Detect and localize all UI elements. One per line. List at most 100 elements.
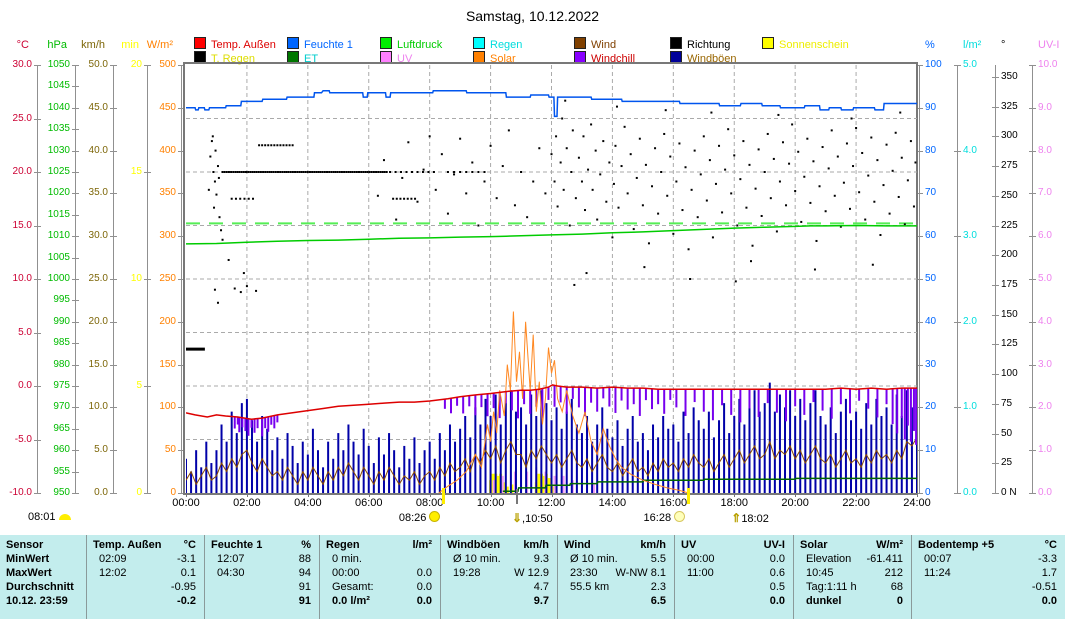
- legend-color-icon: [380, 37, 392, 49]
- axis-c-tick: [34, 333, 41, 334]
- table-cell-value: 68: [805, 580, 903, 594]
- axis-wm-tick-label: 150: [143, 360, 176, 370]
- axis-wm-tick-label: 100: [143, 402, 176, 412]
- axis-wm-tick-label: 400: [143, 146, 176, 156]
- axis-uvi-tick: [1029, 493, 1036, 494]
- axis--tick-label: 10: [925, 445, 961, 455]
- axis--tick: [992, 136, 999, 137]
- x-tick-label: 14:00: [590, 497, 634, 509]
- table-col-solar: SolarW/m²Elevation-61.41110:45212Tag:1:1…: [793, 535, 911, 619]
- table-cell-value: 2.3: [569, 580, 666, 594]
- axis-kmh-tick: [110, 407, 117, 408]
- axis-min-tick-label: 15: [109, 167, 142, 177]
- legend-item-windb-en: Windböen: [670, 49, 737, 61]
- axis-uvi-tick-label: 0.0: [1038, 488, 1065, 498]
- x-tick-mark: [186, 493, 187, 497]
- axis-wm-unit: W/m²: [129, 40, 173, 51]
- axis-hpa-tick: [72, 172, 79, 173]
- legend-color-icon: [194, 37, 206, 49]
- axis-kmh-tick-label: 5.0: [75, 445, 108, 455]
- axis-hpa-tick: [72, 215, 79, 216]
- table-col-temp-au-en: Temp. Außen°C02:09-3.112:020.1-0.95-0.2: [86, 535, 204, 619]
- sunset-sun-icon: [674, 511, 685, 522]
- legend-item-richtung: Richtung: [670, 35, 730, 47]
- x-tick-label: 04:00: [286, 497, 330, 509]
- table-cell-value: 0.0: [331, 566, 432, 580]
- axis-hpa-tick-label: 1000: [37, 274, 70, 284]
- axis--tick-label: 30: [925, 360, 961, 370]
- axis-c-tick-label: -5.0: [0, 435, 32, 445]
- legend-color-icon: [473, 37, 485, 49]
- axis-c-tick: [34, 119, 41, 120]
- table-cell-value: 212: [805, 566, 903, 580]
- axis--tick: [992, 255, 999, 256]
- legend-item-temp-au-en: Temp. Außen: [194, 35, 276, 47]
- x-tick-mark: [612, 493, 613, 497]
- legend-color-icon: [670, 37, 682, 49]
- axis-kmh-tick-label: 25.0: [75, 274, 108, 284]
- x-tick-mark: [369, 493, 370, 497]
- x-tick-label: 20:00: [773, 497, 817, 509]
- table-cell-value: -0.2: [98, 594, 196, 608]
- table-cell-value: 0.0: [686, 594, 785, 608]
- axis-uvi-tick: [1029, 450, 1036, 451]
- x-tick-label: 12:00: [530, 497, 574, 509]
- axis-hpa-tick-label: 1040: [37, 103, 70, 113]
- table-col-unit: km/h: [499, 538, 549, 552]
- axis-uvi-tick-label: 9.0: [1038, 103, 1065, 113]
- table-row-label: Durchschnitt: [6, 580, 84, 594]
- axis-lm-tick: [954, 151, 961, 152]
- axis-wm-tick-label: 300: [143, 231, 176, 241]
- axis-hpa-tick: [72, 258, 79, 259]
- axis-hpa-tick-label: 955: [37, 467, 70, 477]
- table-cell-value: 9.7: [452, 594, 549, 608]
- legend-item-t-regen: T. Regen: [194, 49, 255, 61]
- sunset-marker: [687, 488, 690, 504]
- legend-color-icon: [287, 37, 299, 49]
- moon-down-arrow-icon: ⇓: [512, 511, 522, 525]
- x-tick-mark: [491, 493, 492, 497]
- axis-hpa-tick: [72, 343, 79, 344]
- axis--tick-label: 70: [925, 188, 961, 198]
- table-col-unit: °C: [146, 538, 196, 552]
- table-col-regen: Regenl/m²0 min.00:000.0Gesamt:0.00.0 l/m…: [319, 535, 440, 619]
- table-cell-value: W 12.9: [452, 566, 549, 580]
- axis-hpa-tick-label: 965: [37, 424, 70, 434]
- axis--tick: [992, 344, 999, 345]
- axis-min-tick: [144, 386, 151, 387]
- axis-hpa-tick-label: 985: [37, 338, 70, 348]
- x-tick-mark: [247, 493, 248, 497]
- axis-wm-tick-label: 50: [143, 445, 176, 455]
- table-cell-value: -3.3: [923, 552, 1057, 566]
- table-cell-value: 0: [805, 594, 903, 608]
- table-cell-value: 9.3: [452, 552, 549, 566]
- axis-uvi-tick-label: 5.0: [1038, 274, 1065, 284]
- table-row-labels: SensorMinWertMaxWertDurchschnitt10.12. 2…: [0, 535, 86, 619]
- table-col-unit: UV-I: [735, 538, 785, 552]
- axis-uvi-tick: [1029, 65, 1036, 66]
- table-col-unit: W/m²: [853, 538, 903, 552]
- x-tick-mark: [308, 493, 309, 497]
- sunrise-sun-icon: [429, 511, 440, 522]
- axis-kmh-tick-label: 10.0: [75, 402, 108, 412]
- table-cell-value: 0.0: [331, 580, 432, 594]
- axis-kmh-tick: [110, 151, 117, 152]
- series-windchill: [235, 385, 916, 444]
- axis-uvi-tick: [1029, 108, 1036, 109]
- axis-hpa-tick-label: 1030: [37, 146, 70, 156]
- x-tick-label: 06:00: [347, 497, 391, 509]
- axis-lm-tick: [954, 407, 961, 408]
- axis-lm-tick-label: 4.0: [963, 146, 999, 156]
- axis-uvi-tick: [1029, 407, 1036, 408]
- axis--tick: [992, 493, 999, 494]
- table-cell-value: 1.7: [923, 566, 1057, 580]
- axis-hpa-tick-label: 980: [37, 360, 70, 370]
- legend-item-windchill: Windchill: [574, 49, 635, 61]
- table-col-wind: Windkm/hØ 10 min.5.523:30W-NW 8.155.5 km…: [557, 535, 674, 619]
- table-cell-label: 0 min.: [332, 552, 433, 566]
- chart-plot: [186, 65, 917, 493]
- axis-c-tick: [34, 226, 41, 227]
- axis-lm-tick-label: 2.0: [963, 317, 999, 327]
- axis-c-tick-label: 0.0: [0, 381, 32, 391]
- axis-uvi-tick-label: 3.0: [1038, 360, 1065, 370]
